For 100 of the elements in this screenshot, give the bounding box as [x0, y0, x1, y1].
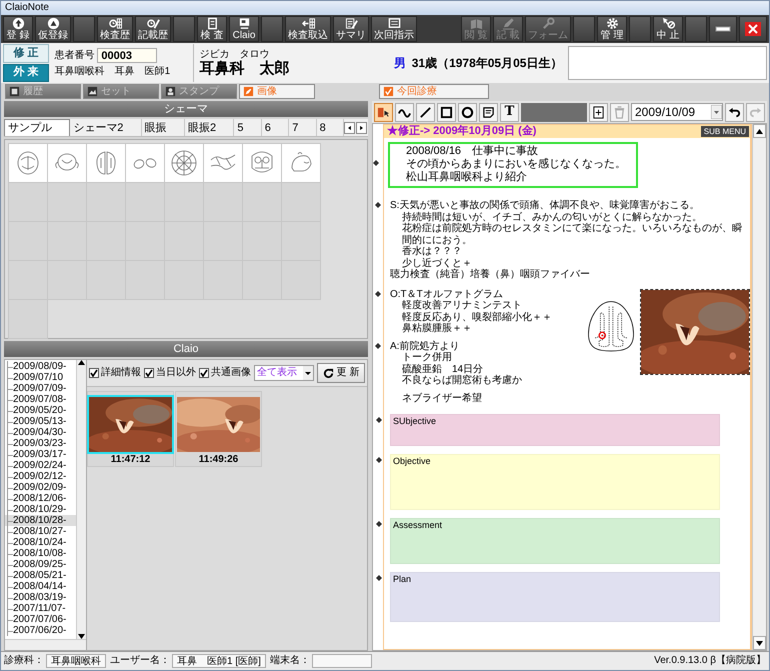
tool-button[interactable] [374, 102, 393, 122]
note-text: 軽度改善アリナミンテスト [402, 300, 522, 312]
toolbar-button[interactable]: 仮登録 [35, 16, 71, 42]
tool-button[interactable] [458, 102, 477, 122]
note-text: 2008/08/16 仕事中に事故 [406, 145, 538, 158]
scrollbar[interactable] [752, 124, 766, 650]
schema-tab[interactable]: サンプル [4, 119, 70, 136]
clipboard-icon [206, 17, 218, 30]
redo-icon [749, 106, 762, 118]
book-icon [470, 17, 482, 30]
note-text: 花粉症は前院処方時のセレスタミンにて楽になった。いろいろなものが、瞬間的ににおう。 [402, 223, 743, 246]
patient-id-field[interactable]: 00003 [97, 48, 158, 63]
sub-menu-button[interactable]: SUB MENU [700, 126, 749, 137]
memo-field[interactable] [568, 46, 767, 80]
empty-toolbar-slot [73, 16, 95, 42]
screen-icon [388, 17, 400, 30]
schema-thumbnail[interactable] [47, 143, 87, 183]
name-kana: ジビカ タロウ [200, 50, 271, 60]
toolbar-button[interactable]: 検査取込 [285, 16, 331, 42]
undo-button[interactable] [725, 102, 744, 122]
date-dropdown[interactable]: 2009/10/09 [631, 103, 723, 121]
note-text: 少し近づくと＋ [402, 258, 472, 268]
edit-button[interactable]: 修 正 [3, 44, 49, 62]
schema-thumbnail[interactable] [86, 143, 126, 183]
undo-icon [728, 106, 741, 118]
toolbar-button[interactable]: 登 録 [3, 16, 33, 42]
tool-button[interactable] [416, 102, 435, 122]
caret-icon [303, 366, 313, 380]
toolbar-button[interactable]: 記載歴 [135, 16, 171, 42]
note-text: 鼻粘膜腫脹＋＋ [402, 323, 472, 334]
rectangle-icon [440, 106, 453, 118]
toolbar-button[interactable]: 検査歴 [97, 16, 133, 42]
line-icon [419, 106, 432, 118]
note-text: 軽度反応あり、嗅裂部縮小化＋＋ [402, 312, 552, 322]
schema-thumbnail[interactable] [164, 143, 204, 183]
status-value: 耳鼻 医師1 [医師] [172, 654, 266, 668]
checkbox-label: 共通画像 [211, 367, 251, 379]
toolbar-spacer [521, 102, 587, 122]
image-thumbnail[interactable]: 11:49:26 [175, 391, 262, 467]
wrench-icon [542, 17, 554, 30]
left-arrow-icon [346, 124, 353, 132]
toolbar-button[interactable]: 管 理 [597, 16, 627, 42]
up-arrow-icon [756, 128, 763, 134]
schema-thumbnail[interactable] [203, 143, 243, 183]
toolbar-button[interactable]: Claio [229, 16, 259, 42]
version-text: Ver.0.9.13.0 β【病院版】 [654, 655, 766, 667]
scroll-button[interactable] [344, 122, 355, 134]
panel-title: シェーマ [164, 103, 208, 115]
tool-button[interactable] [479, 102, 498, 122]
section-label: SUbjective [393, 416, 436, 426]
patient-id-label: 患者番号 [54, 50, 95, 62]
check-icon [200, 369, 208, 377]
empty-toolbar-slot [573, 16, 595, 42]
empty-toolbar-slot [173, 16, 195, 42]
sex-text: 男 [394, 56, 406, 70]
toolbar-button[interactable]: 検 査 [197, 16, 227, 42]
time-label: 11:47:12 [110, 454, 150, 466]
checkbox[interactable] [199, 368, 209, 378]
schema-thumbnail[interactable] [8, 143, 48, 183]
panel-title: Claio [173, 343, 199, 355]
clock-grid-icon [108, 17, 122, 30]
age-text: 31歳（1978年05月05日生） [412, 56, 562, 70]
schema-thumbnail[interactable] [281, 143, 321, 183]
monitor-icon [238, 17, 250, 30]
note-text: その頃からあまりにおいを感じなくなった。 [406, 158, 626, 171]
scrollbar[interactable] [76, 360, 86, 639]
section-label: Plan [393, 574, 412, 584]
checkbox[interactable] [89, 368, 99, 378]
status-label: ユーザー名： [110, 655, 170, 667]
toolbar-button[interactable]: 次回指示 [371, 16, 417, 42]
checkbox[interactable] [144, 368, 154, 378]
window-title: ClaioNote [5, 2, 49, 13]
toolbar-button[interactable]: 中 止 [653, 16, 683, 42]
pencil-icon [502, 17, 514, 30]
insert-page-button[interactable] [589, 102, 608, 122]
date-tree-item[interactable]: 2008/10/28- [5, 515, 76, 526]
status-label: 端末名： [270, 655, 310, 667]
status-label: 診療科： [4, 655, 44, 667]
empty-schema-cell[interactable] [8, 299, 48, 339]
schema-thumbnail[interactable] [242, 143, 282, 183]
list-pencil-icon [344, 17, 358, 30]
refresh-icon [322, 368, 334, 378]
outpatient-button[interactable]: 外 来 [3, 64, 49, 82]
down-arrow-icon [756, 640, 763, 646]
close-button[interactable] [739, 16, 767, 42]
text-tool-button[interactable]: T [500, 102, 519, 122]
check-icon [383, 86, 394, 97]
scroll-button[interactable] [356, 122, 367, 134]
note-text: 硫酸亜鉛 14日分 [402, 364, 484, 374]
minimize-button[interactable] [709, 16, 737, 42]
refresh-button[interactable]: 更 新 [317, 363, 365, 383]
schema-thumbnail[interactable] [125, 143, 165, 183]
note-text: O:T＆Tオルファトグラム [390, 288, 503, 300]
caret-icon [711, 105, 722, 119]
image-thumbnail[interactable]: 11:47:12 [87, 391, 174, 467]
view-dropdown[interactable]: 全て表示 [254, 365, 314, 381]
tool-button[interactable] [395, 102, 414, 122]
toolbar-button[interactable]: サマリ [333, 16, 369, 42]
scrollbar[interactable] [5, 639, 86, 650]
tool-button[interactable] [437, 102, 456, 122]
